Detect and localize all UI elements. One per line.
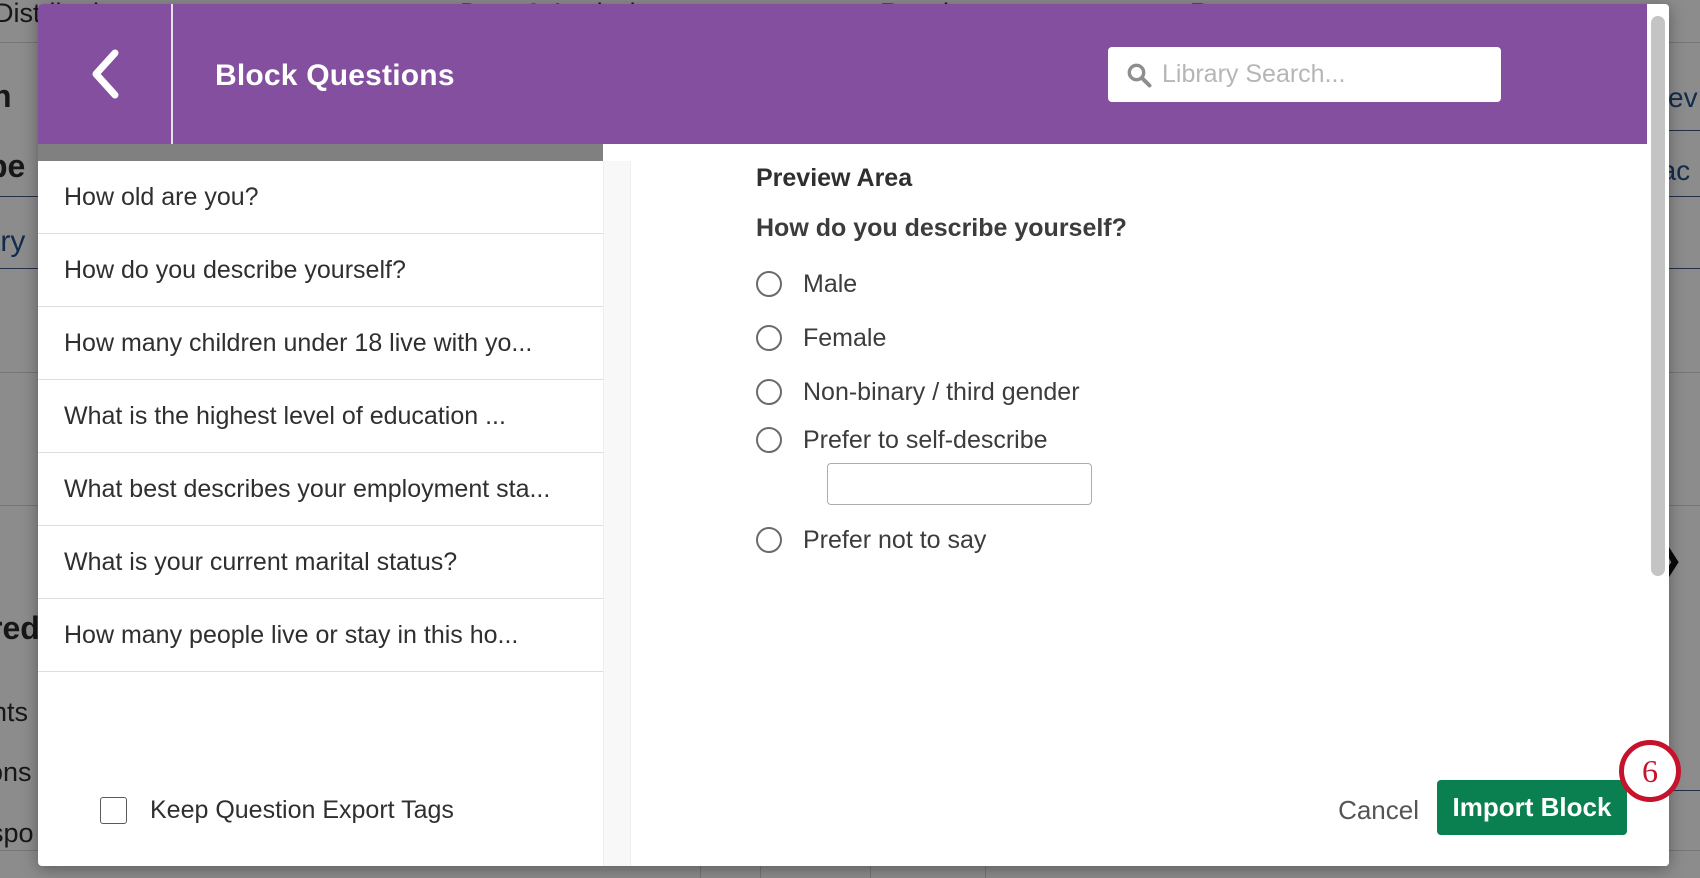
page-title: Block Questions xyxy=(215,59,455,92)
back-button[interactable] xyxy=(38,4,171,144)
preview-question-text: How do you describe yourself? xyxy=(756,214,1127,242)
choice-label: Prefer not to say xyxy=(803,525,987,554)
radio-icon[interactable] xyxy=(756,527,782,553)
choice-option-non-binary[interactable]: Non-binary / third gender xyxy=(756,365,1616,419)
radio-icon[interactable] xyxy=(756,379,782,405)
preview-pane: Preview Area How do you describe yoursel… xyxy=(632,144,1669,866)
choice-option-female[interactable]: Female xyxy=(756,311,1616,365)
choice-label: Female xyxy=(803,323,887,352)
preview-area-heading: Preview Area xyxy=(756,164,913,192)
choice-option-prefer-not-to-say[interactable]: Prefer not to say xyxy=(756,513,1616,567)
question-list-item[interactable]: What is your current marital status? xyxy=(38,526,603,599)
chevron-left-icon xyxy=(92,49,118,99)
question-list-item[interactable]: How old are you? xyxy=(38,161,603,234)
keep-question-export-tags-checkbox[interactable]: Keep Question Export Tags xyxy=(100,796,454,825)
cancel-button[interactable]: Cancel xyxy=(1328,789,1429,832)
modal-header: Block Questions xyxy=(38,4,1669,144)
question-list-item[interactable]: What is the highest level of education .… xyxy=(38,380,603,453)
choice-option-male[interactable]: Male xyxy=(756,257,1616,311)
header-underlay-strip xyxy=(38,144,603,161)
question-list-item[interactable]: How do you describe yourself? xyxy=(38,234,603,307)
radio-icon[interactable] xyxy=(756,325,782,351)
block-questions-modal: Block Questions How old are you? How do … xyxy=(38,4,1669,866)
choice-label: Prefer to self-describe xyxy=(803,425,1048,454)
checkbox-icon[interactable] xyxy=(100,797,127,824)
modal-scrollbar-track[interactable] xyxy=(1647,4,1669,866)
radio-icon[interactable] xyxy=(756,427,782,453)
choice-option-self-describe[interactable]: Prefer to self-describe xyxy=(756,419,1616,461)
choice-label: Non-binary / third gender xyxy=(803,377,1080,406)
step-annotation-badge: 6 xyxy=(1619,740,1681,802)
radio-icon[interactable] xyxy=(756,271,782,297)
library-search-box[interactable] xyxy=(1108,47,1501,102)
modal-scrollbar-thumb[interactable] xyxy=(1651,16,1665,576)
panel-gutter xyxy=(603,161,631,866)
question-list[interactable]: How old are you? How do you describe you… xyxy=(38,161,603,771)
question-list-item[interactable]: How many children under 18 live with yo.… xyxy=(38,307,603,380)
choice-label: Male xyxy=(803,269,858,298)
search-icon xyxy=(1116,62,1162,88)
checkbox-label: Keep Question Export Tags xyxy=(150,796,454,824)
self-describe-input[interactable] xyxy=(827,463,1092,505)
preview-choice-list: Male Female Non-binary / third gender Pr… xyxy=(756,257,1616,567)
question-list-item[interactable]: How many people live or stay in this ho.… xyxy=(38,599,603,672)
question-list-item[interactable]: What best describes your employment sta.… xyxy=(38,453,603,526)
header-divider xyxy=(171,4,173,144)
search-input[interactable] xyxy=(1162,48,1501,101)
import-block-button[interactable]: Import Block xyxy=(1437,780,1627,835)
